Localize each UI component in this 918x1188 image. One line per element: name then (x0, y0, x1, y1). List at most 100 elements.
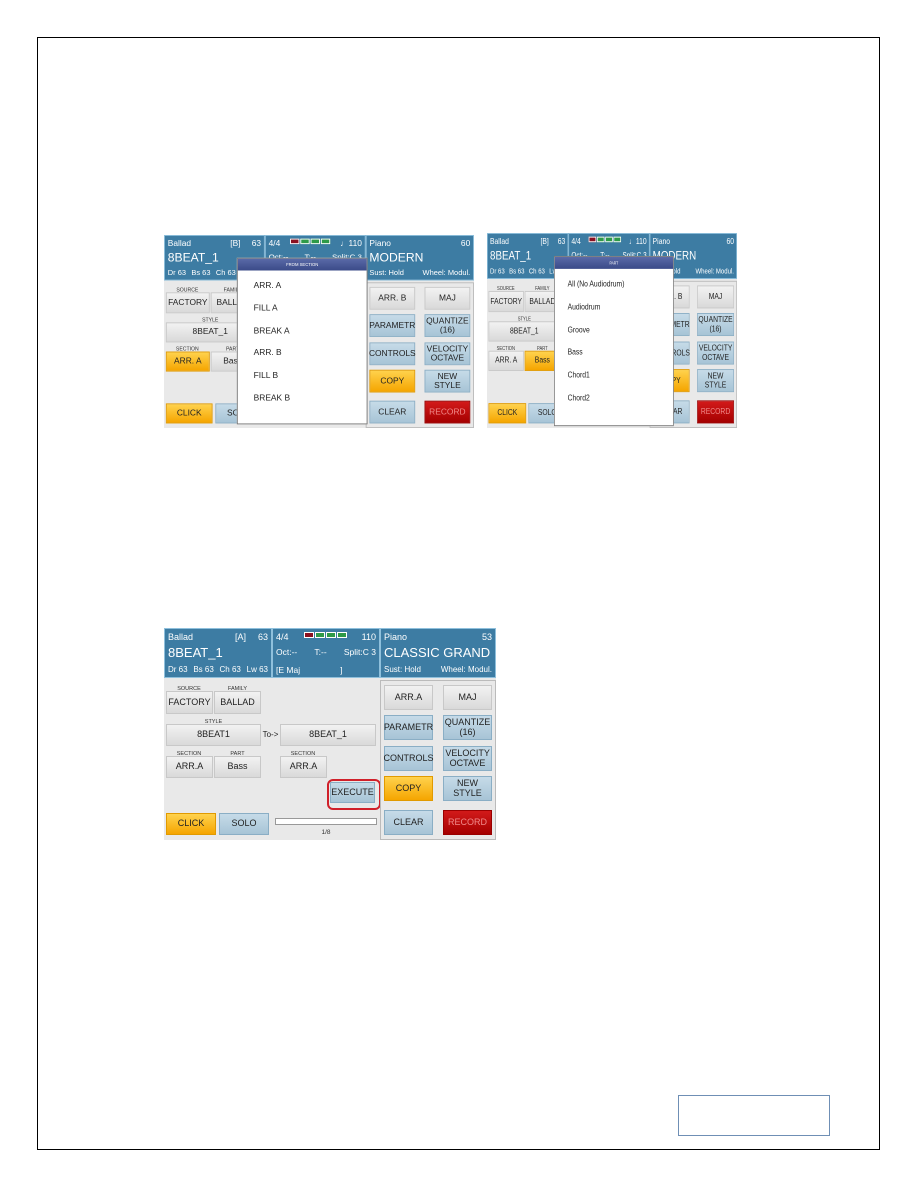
program-name: MODERN (369, 250, 424, 265)
solo-button[interactable]: SOLO (219, 813, 269, 835)
part-button[interactable]: Bass (214, 756, 261, 778)
quantize-button[interactable]: QUANTIZE (16) (424, 314, 471, 337)
popup-option[interactable]: All (No Audiodrum) (555, 273, 673, 296)
sound-bank: Piano (652, 236, 671, 246)
clear-button[interactable]: CLEAR (384, 810, 433, 835)
tempo: ♩110 (340, 238, 362, 248)
style-button[interactable]: 8BEAT1 (166, 724, 261, 746)
new-style-button[interactable]: NEW STYLE (697, 369, 734, 393)
click-button[interactable]: CLICK (165, 403, 213, 424)
manual-page: Ballad [B] 63 8BEAT_1 Dr 63 Bs 63 Ch 63 Lw 63… (0, 0, 918, 1188)
controls-button[interactable]: CONTROLS (384, 746, 434, 771)
popup-option[interactable]: FILL B (238, 364, 367, 387)
scale-button[interactable]: MAJ (697, 285, 734, 309)
source-button[interactable]: FACTORY (488, 290, 524, 313)
popup-option[interactable]: Chord2 (555, 387, 673, 410)
track-level: Bs 63 (193, 665, 214, 674)
page-border (37, 37, 880, 1150)
variation: [A] (234, 632, 246, 642)
scale-button[interactable]: MAJ (443, 685, 492, 710)
popup-option[interactable]: BREAK A (238, 319, 367, 342)
new-style-button[interactable]: NEW STYLE (424, 369, 471, 393)
section-button[interactable]: ARR. A (165, 351, 210, 372)
style-info-panel[interactable]: Ballad [A] 63 8BEAT_1 Dr 63 Bs 63 Ch 63 Lw 63 (164, 628, 272, 678)
wheel: Wheel: Modul. (440, 665, 492, 674)
controls-button[interactable]: CONTROLS (369, 342, 416, 366)
popup-title: PART (554, 256, 673, 269)
sound-volume: 60 (460, 238, 471, 248)
wheel: Wheel: Modul. (422, 268, 471, 277)
arrangement-button[interactable]: ARR. B (369, 286, 416, 310)
chord: [E Maj (276, 665, 301, 675)
keyboard-screen: Ballad [A] 63 8BEAT_1 Dr 63 Bs 63 Ch 63 Lw 63… (164, 628, 496, 840)
source-button[interactable]: FACTORY (165, 292, 210, 314)
popup-option[interactable]: Chord1 (555, 364, 673, 387)
sustain: Sust: Hold (369, 268, 404, 277)
scale-button[interactable]: MAJ (424, 286, 471, 310)
section-button[interactable]: ARR.A (166, 756, 213, 778)
popup-option[interactable]: FILL A (238, 297, 367, 320)
style-button[interactable]: 8BEAT_1 (488, 321, 561, 342)
style-volume: 63 (251, 238, 262, 248)
track-level: Dr 63 (168, 665, 188, 674)
family-button[interactable]: BALLAD (214, 691, 261, 714)
tempo: 110 (361, 632, 376, 642)
track-level: Ch 63 (215, 268, 236, 277)
keyboard-screen: Ballad[B]63 8BEAT_1 Dr 63Bs 63Ch 63Lw 63… (164, 235, 474, 428)
level-meter (290, 238, 331, 248)
sustain: Sust: Hold (384, 665, 421, 674)
velocity-octave-button[interactable]: VELOCITY OCTAVE (443, 746, 492, 771)
time-signature: 4/4 (268, 238, 281, 248)
velocity-octave-button[interactable]: VELOCITY OCTAVE (697, 341, 734, 365)
program-name: CLASSIC GRAND (384, 645, 491, 660)
screenshot-part-popup: Ballad[B]63 8BEAT_1 Dr 63Bs 63Ch 63Lw 63… (487, 233, 737, 428)
style-volume: 63 (257, 632, 268, 642)
popup-option[interactable]: BREAK B (238, 387, 367, 410)
progress-text: 1/8 (321, 829, 331, 836)
quantize-button[interactable]: QUANTIZE (16) (443, 715, 492, 740)
style-family: Ballad (490, 236, 509, 246)
style-name: 8BEAT_1 (168, 645, 223, 660)
click-button[interactable]: CLICK (166, 813, 216, 835)
click-button[interactable]: CLICK (488, 403, 527, 424)
sound-info-panel[interactable]: Piano 53 CLASSIC GRAND Sust: Hold Wheel: M… (380, 628, 496, 678)
sound-volume: 53 (481, 632, 492, 642)
track-level: Lw 63 (246, 665, 268, 674)
popup-option[interactable]: Groove (555, 318, 673, 341)
new-style-button[interactable]: NEW STYLE (443, 776, 492, 801)
sound-info-panel[interactable]: Piano 60 MODERN Sust: Hold Wheel: Modul. (365, 235, 474, 281)
section-button[interactable]: ARR. A (488, 350, 524, 371)
sound-volume: 60 (726, 236, 734, 246)
parameter-button[interactable]: PARAMETR (369, 314, 415, 337)
clear-button[interactable]: CLEAR (369, 400, 416, 424)
execute-button[interactable]: EXECUTE (330, 782, 375, 803)
chord-end: ] (340, 665, 343, 675)
popup-option[interactable]: ARR. A (238, 274, 367, 297)
variation: [B] (540, 236, 549, 246)
target-section-button[interactable]: ARR.A (280, 756, 327, 778)
parameter-button[interactable]: PARAMETR (384, 715, 433, 740)
popup-option[interactable]: Bass (555, 341, 673, 364)
keyboard-screen: Ballad[B]63 8BEAT_1 Dr 63Bs 63Ch 63Lw 63… (487, 233, 737, 428)
split: Split:C 3 (343, 647, 376, 657)
transpose: T:-- (314, 647, 327, 657)
target-style-button[interactable]: 8BEAT_1 (280, 724, 376, 746)
variation: [B] (230, 238, 241, 248)
popup-option[interactable]: Audiodrum (555, 295, 673, 318)
sound-bank: Piano (384, 632, 408, 642)
source-button[interactable]: FACTORY (166, 691, 213, 714)
copy-button[interactable]: COPY (369, 369, 416, 393)
track-level: Dr 63 (167, 268, 187, 277)
style-volume: 63 (557, 236, 566, 246)
tempo: ♩110 (629, 236, 647, 246)
velocity-octave-button[interactable]: VELOCITY OCTAVE (424, 342, 471, 366)
arrangement-button[interactable]: ARR.A (384, 685, 433, 710)
record-button[interactable]: RECORD (443, 810, 492, 835)
popup-option[interactable]: ARR. B (238, 342, 367, 365)
style-family: Ballad (168, 632, 194, 642)
quantize-button[interactable]: QUANTIZE (16) (697, 313, 734, 337)
tempo-panel[interactable]: 4/4 110 Oct:-- T:-- Split:C 3 [E Maj] (272, 628, 380, 678)
copy-button[interactable]: COPY (384, 776, 433, 801)
record-button[interactable]: RECORD (697, 400, 734, 424)
record-button[interactable]: RECORD (424, 400, 471, 424)
